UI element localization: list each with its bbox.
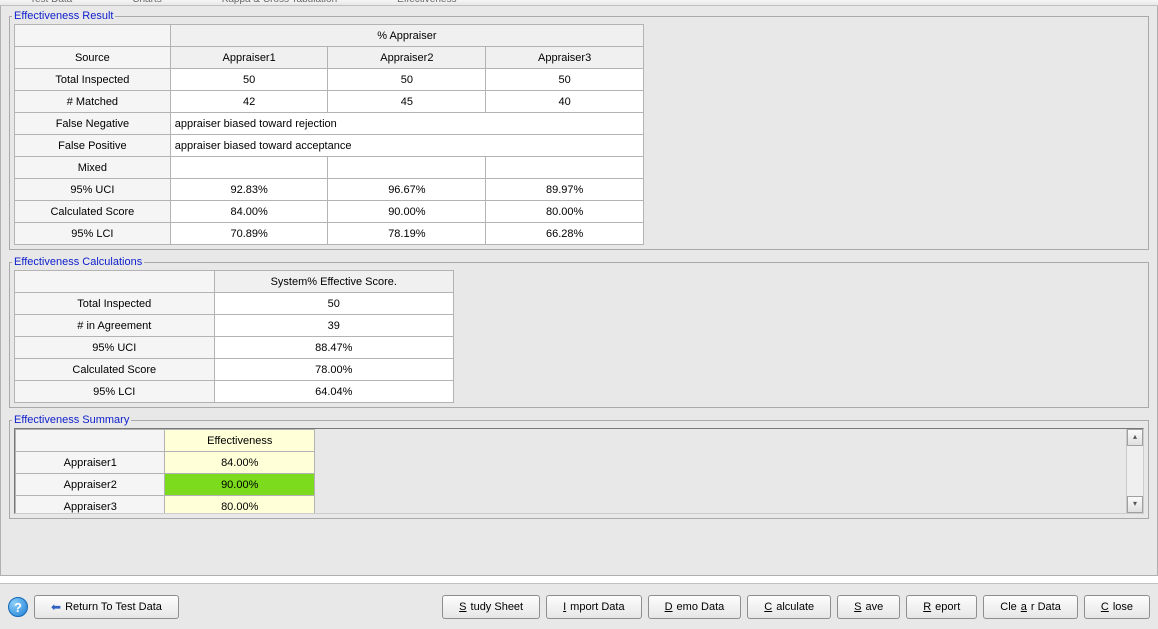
summary-appraiser3-label: Appraiser3 <box>16 496 165 514</box>
effectiveness-result-legend: Effectiveness Result <box>12 10 115 22</box>
calc-empty-header <box>15 271 215 293</box>
mixed-a2 <box>328 157 486 179</box>
summary-appraiser1-value: 84.00% <box>165 452 315 474</box>
summary-empty-header <box>16 430 165 452</box>
study-sheet-button[interactable]: Study Sheet <box>442 595 540 619</box>
scroll-up-icon[interactable]: ▴ <box>1127 429 1143 446</box>
false-positive-text: appraiser biased toward acceptance <box>170 135 643 157</box>
import-data-button[interactable]: Import Data <box>546 595 641 619</box>
summary-scrollbar[interactable]: ▴ ▾ <box>1126 429 1143 513</box>
effectiveness-calc-legend: Effectiveness Calculations <box>12 256 144 268</box>
effectiveness-summary-table: Effectiveness Appraiser1 84.00% Appraise… <box>15 429 315 513</box>
false-negative-text: appraiser biased toward rejection <box>170 113 643 135</box>
uci-a2: 96.67% <box>328 179 486 201</box>
total-inspected-a2: 50 <box>328 69 486 91</box>
calculate-button[interactable]: Calculate <box>747 595 831 619</box>
summary-appraiser2-value: 90.00% <box>165 474 315 496</box>
calc-total-label: Total Inspected <box>15 293 215 315</box>
close-button[interactable]: Close <box>1084 595 1150 619</box>
save-button[interactable]: Save <box>837 595 900 619</box>
tab-kappa[interactable]: Kappa & Cross Tabulation <box>192 0 367 5</box>
summary-scroll-pane: Effectiveness Appraiser1 84.00% Appraise… <box>14 428 1144 514</box>
lci-label: 95% LCI <box>15 223 171 245</box>
lci-a1: 70.89% <box>170 223 328 245</box>
tab-charts[interactable]: Charts <box>102 0 191 5</box>
total-inspected-a3: 50 <box>486 69 644 91</box>
matched-a1: 42 <box>170 91 328 113</box>
calc-uci-value: 88.47% <box>214 337 453 359</box>
report-button[interactable]: Report <box>906 595 977 619</box>
summary-appraiser2-label: Appraiser2 <box>16 474 165 496</box>
effectiveness-calc-group: Effectiveness Calculations System% Effec… <box>9 256 1149 408</box>
calc-score-label: Calculated Score <box>15 359 215 381</box>
button-bar: ? ⬅ Return To Test Data Study Sheet Impo… <box>0 583 1158 629</box>
score-a1: 84.00% <box>170 201 328 223</box>
calc-lci-label: 95% LCI <box>15 381 215 403</box>
source-header: Source <box>15 47 171 69</box>
mixed-label: Mixed <box>15 157 171 179</box>
total-inspected-label: Total Inspected <box>15 69 171 91</box>
appraiser1-header: Appraiser1 <box>170 47 328 69</box>
arrow-left-icon: ⬅ <box>51 600 61 614</box>
tab-test-data[interactable]: Test Data <box>0 0 102 5</box>
matched-label: # Matched <box>15 91 171 113</box>
effectiveness-calc-table: System% Effective Score. Total Inspected… <box>14 270 454 403</box>
clear-data-button[interactable]: Clear Data <box>983 595 1078 619</box>
calc-score-value: 78.00% <box>214 359 453 381</box>
mixed-a1 <box>170 157 328 179</box>
return-label: Return To Test Data <box>65 601 162 613</box>
appraiser3-header: Appraiser3 <box>486 47 644 69</box>
calc-agree-label: # in Agreement <box>15 315 215 337</box>
help-icon[interactable]: ? <box>8 597 28 617</box>
tab-effectiveness[interactable]: Effectiveness <box>367 0 486 5</box>
matched-a2: 45 <box>328 91 486 113</box>
effectiveness-result-group: Effectiveness Result % Appraiser Source … <box>9 10 1149 250</box>
uci-a3: 89.97% <box>486 179 644 201</box>
total-inspected-a1: 50 <box>170 69 328 91</box>
lci-a2: 78.19% <box>328 223 486 245</box>
calc-lci-value: 64.04% <box>214 381 453 403</box>
calc-agree-value: 39 <box>214 315 453 337</box>
calc-total-value: 50 <box>214 293 453 315</box>
percent-appraiser-header: % Appraiser <box>170 25 643 47</box>
demo-data-button[interactable]: Demo Data <box>648 595 742 619</box>
system-score-header: System% Effective Score. <box>214 271 453 293</box>
lci-a3: 66.28% <box>486 223 644 245</box>
uci-label: 95% UCI <box>15 179 171 201</box>
score-label: Calculated Score <box>15 201 171 223</box>
calc-uci-label: 95% UCI <box>15 337 215 359</box>
uci-a1: 92.83% <box>170 179 328 201</box>
score-a2: 90.00% <box>328 201 486 223</box>
appraiser2-header: Appraiser2 <box>328 47 486 69</box>
result-empty-header <box>15 25 171 47</box>
scroll-down-icon[interactable]: ▾ <box>1127 496 1143 513</box>
effectiveness-summary-group: Effectiveness Summary Effectiveness Appr… <box>9 414 1149 519</box>
summary-effectiveness-header: Effectiveness <box>165 430 315 452</box>
effectiveness-summary-legend: Effectiveness Summary <box>12 414 131 426</box>
summary-appraiser3-value: 80.00% <box>165 496 315 514</box>
false-negative-label: False Negative <box>15 113 171 135</box>
false-positive-label: False Positive <box>15 135 171 157</box>
summary-appraiser1-label: Appraiser1 <box>16 452 165 474</box>
content-area: Effectiveness Result % Appraiser Source … <box>0 6 1158 576</box>
score-a3: 80.00% <box>486 201 644 223</box>
effectiveness-result-table: % Appraiser Source Appraiser1 Appraiser2… <box>14 24 644 245</box>
mixed-a3 <box>486 157 644 179</box>
return-to-test-data-button[interactable]: ⬅ Return To Test Data <box>34 595 179 619</box>
matched-a3: 40 <box>486 91 644 113</box>
